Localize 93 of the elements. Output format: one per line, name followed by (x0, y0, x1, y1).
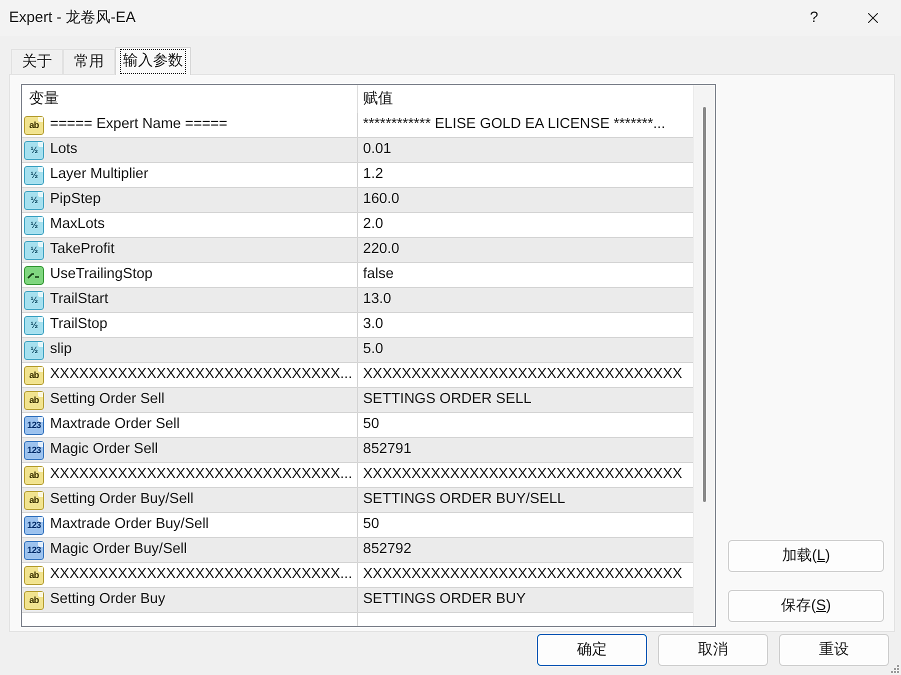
table-row[interactable]: ab Setting Order Buy SETTINGS ORDER BUY (22, 588, 693, 613)
parameter-value: XXXXXXXXXXXXXXXXXXXXXXXXXXXXXXXXX (363, 565, 682, 584)
type-badge: ½ (24, 216, 44, 234)
parameter-name: XXXXXXXXXXXXXXXXXXXXXXXXXXXXXX... (50, 565, 352, 584)
tab[interactable]: 关于 (11, 49, 63, 74)
type-badge: 123 (24, 516, 44, 534)
parameter-name: Setting Order Buy/Sell (50, 490, 194, 510)
parameter-name: Magic Order Sell (50, 440, 158, 460)
type-badge: ab (24, 390, 44, 410)
type-badge: ab (24, 116, 44, 134)
parameter-value: 220.0 (363, 240, 400, 260)
table-row[interactable]: ½ PipStep 160.0 (22, 188, 693, 213)
parameter-value: 852791 (363, 440, 412, 460)
table-row[interactable]: ab XXXXXXXXXXXXXXXXXXXXXXXXXXXXXX... XXXXXXXXXXXXXXXXXXXXXXXXXXXXXXXXX (22, 363, 693, 388)
window-title: Expert - 龙卷风-EA (9, 8, 136, 28)
parameter-value: 50 (363, 515, 380, 534)
type-badge: ab (24, 590, 44, 610)
parameter-value: 2.0 (363, 215, 384, 234)
scrollbar[interactable] (693, 85, 715, 626)
parameter-name: Setting Order Buy (50, 590, 166, 610)
parameter-name: Setting Order Sell (50, 390, 164, 410)
side-button[interactable]: 加载(L) (728, 540, 884, 572)
parameter-value: ************ ELISE GOLD EA LICENSE *******... (363, 115, 666, 134)
parameter-name: PipStep (50, 190, 101, 210)
table-row[interactable]: ½ slip 5.0 (22, 338, 693, 363)
type-badge: 123 (24, 540, 44, 560)
parameter-value: 160.0 (363, 190, 400, 210)
type-badge: 123 (24, 416, 44, 434)
parameter-name: Maxtrade Order Buy/Sell (50, 515, 209, 534)
parameter-name: slip (50, 340, 72, 360)
table-row[interactable]: ½ TrailStart 13.0 (22, 288, 693, 313)
table-row[interactable]: ½ TrailStop 3.0 (22, 313, 693, 338)
table-row[interactable]: ab Setting Order Buy/Sell SETTINGS ORDER BUY/SELL (22, 488, 693, 513)
table-row[interactable]: UseTrailingStop false (22, 263, 693, 288)
help-button[interactable]: ? (791, 0, 837, 36)
type-badge: ½ (24, 190, 44, 210)
parameter-value: 0.01 (363, 140, 392, 160)
parameter-name: ===== Expert Name ===== (50, 115, 228, 134)
parameter-value: SETTINGS ORDER SELL (363, 390, 532, 410)
type-badge: ½ (24, 340, 44, 360)
parameter-value: XXXXXXXXXXXXXXXXXXXXXXXXXXXXXXXXX (363, 465, 682, 484)
type-badge: ½ (24, 140, 44, 160)
column-header[interactable]: 赋值 (358, 85, 693, 113)
table-row[interactable]: ½ TakeProfit 220.0 (22, 238, 693, 263)
type-badge: ½ (24, 316, 44, 334)
type-badge: 123 (24, 440, 44, 460)
table-row[interactable]: ab Setting Order Sell SETTINGS ORDER SELL (22, 388, 693, 413)
table-row[interactable]: ½ MaxLots 2.0 (22, 213, 693, 238)
table-row[interactable]: 123 Magic Order Sell 852791 (22, 438, 693, 463)
parameter-value: SETTINGS ORDER BUY/SELL (363, 490, 566, 510)
tab[interactable]: 常用 (63, 49, 115, 74)
table-row[interactable]: ab ===== Expert Name ===== ************ ELISE GOLD EA LICENSE *******... (22, 113, 693, 138)
parameter-name: XXXXXXXXXXXXXXXXXXXXXXXXXXXXXX... (50, 465, 352, 484)
table-row[interactable]: ab XXXXXXXXXXXXXXXXXXXXXXXXXXXXXX... XXXXXXXXXXXXXXXXXXXXXXXXXXXXXXXXX (22, 563, 693, 588)
type-badge: ab (24, 566, 44, 584)
tab[interactable]: 输入参数 (115, 47, 191, 75)
parameter-name: TrailStop (50, 315, 108, 334)
table-row[interactable]: ½ Lots 0.01 (22, 138, 693, 163)
table-row[interactable]: 123 Maxtrade Order Buy/Sell 50 (22, 513, 693, 538)
parameter-name: UseTrailingStop (50, 265, 153, 284)
parameter-name: XXXXXXXXXXXXXXXXXXXXXXXXXXXXXX... (50, 365, 352, 384)
parameter-value: 1.2 (363, 165, 384, 184)
scrollbar-thumb[interactable] (703, 107, 706, 502)
table-row[interactable]: ½ Layer Multiplier 1.2 (22, 163, 693, 188)
parameter-value: 13.0 (363, 290, 392, 310)
resize-grip-icon[interactable] (891, 665, 900, 674)
parameter-value: 3.0 (363, 315, 384, 334)
type-badge: ½ (24, 240, 44, 260)
parameter-name: MaxLots (50, 215, 105, 234)
side-button[interactable]: 保存(S) (728, 590, 884, 622)
type-badge: ab (24, 366, 44, 384)
table-row[interactable]: 123 Maxtrade Order Sell 50 (22, 413, 693, 438)
parameter-name: TrailStart (50, 290, 108, 310)
type-badge: ab (24, 466, 44, 484)
parameter-name: Maxtrade Order Sell (50, 415, 180, 434)
parameter-value: SETTINGS ORDER BUY (363, 590, 526, 610)
dialog-button[interactable]: 重设 (779, 634, 889, 666)
table-row[interactable]: ab XXXXXXXXXXXXXXXXXXXXXXXXXXXXXX... XXXXXXXXXXXXXXXXXXXXXXXXXXXXXXXXX (22, 463, 693, 488)
parameter-value: XXXXXXXXXXXXXXXXXXXXXXXXXXXXXXXXX (363, 365, 682, 384)
parameter-value: 5.0 (363, 340, 384, 360)
type-badge: ab (24, 490, 44, 510)
parameter-name: Magic Order Buy/Sell (50, 540, 187, 560)
parameter-name: TakeProfit (50, 240, 114, 260)
parameter-value: 852792 (363, 540, 412, 560)
parameter-value: false (363, 265, 394, 284)
parameter-name: Lots (50, 140, 78, 160)
dialog-button[interactable]: 取消 (658, 634, 768, 666)
table-row[interactable]: 123 Magic Order Buy/Sell 852792 (22, 538, 693, 563)
dialog-button[interactable]: 确定 (537, 634, 647, 666)
parameter-name: Layer Multiplier (50, 165, 148, 184)
type-badge: ½ (24, 290, 44, 310)
type-badge: ½ (24, 166, 44, 184)
parameter-value: 50 (363, 415, 380, 434)
